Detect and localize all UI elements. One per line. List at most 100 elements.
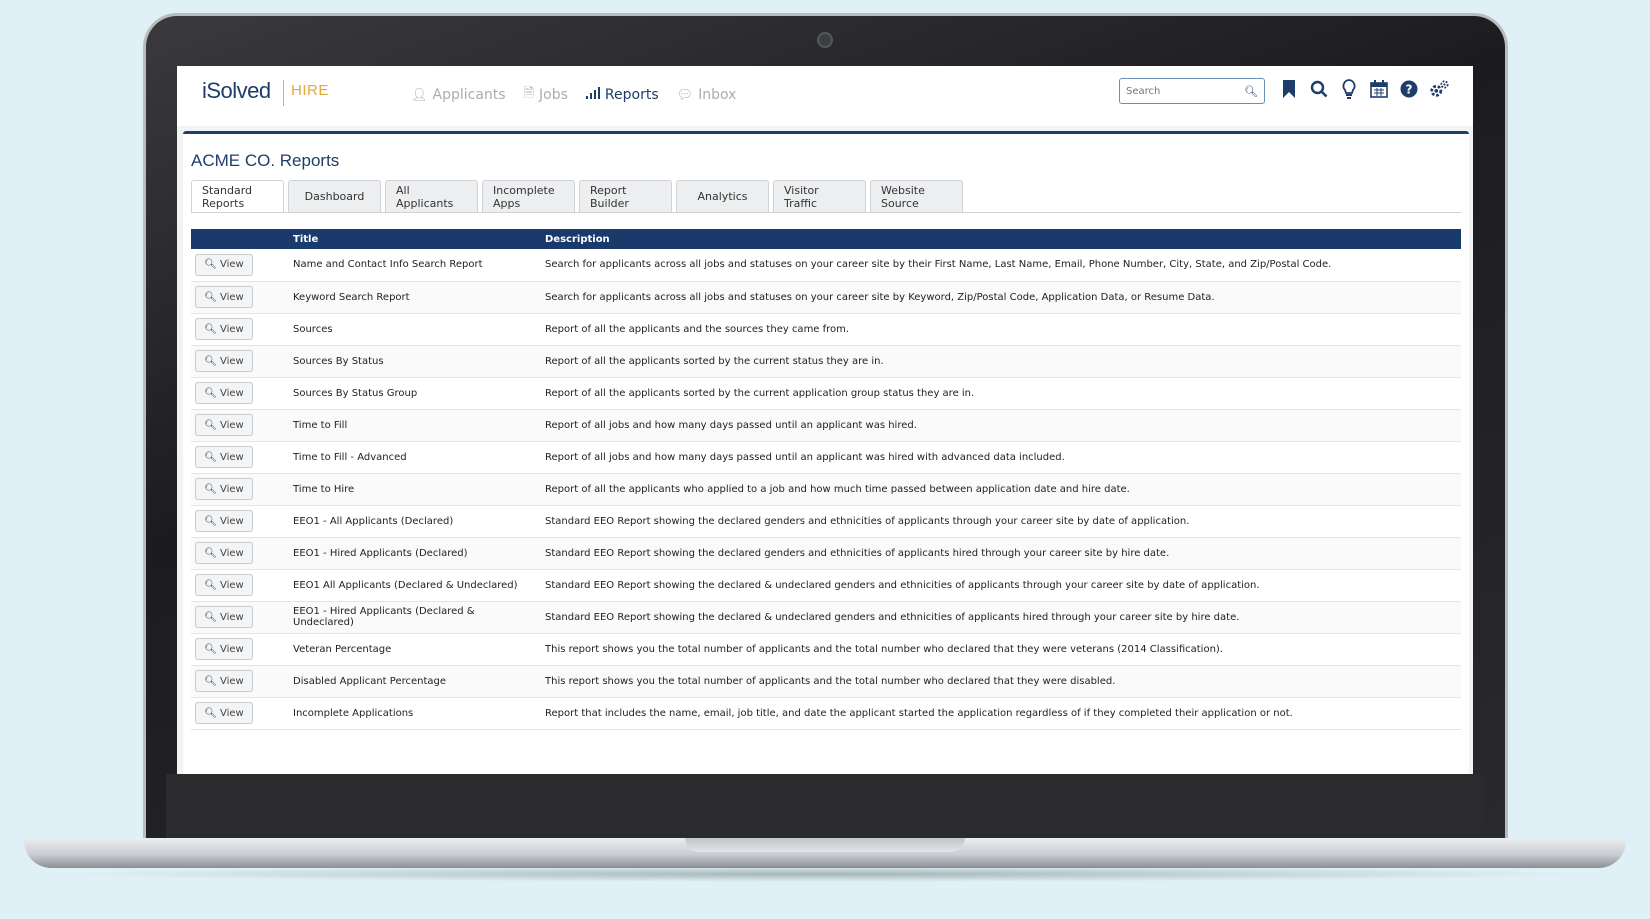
search-field[interactable]: 🔍︎	[1119, 78, 1265, 104]
report-title: Time to Fill	[289, 409, 541, 442]
report-description: Standard EEO Report showing the declared…	[541, 601, 1461, 634]
logo[interactable]: iSolved	[202, 78, 271, 104]
table-row: 🔍︎ View Time to Fill Report of all jobs and…	[191, 409, 1461, 442]
report-title: Incomplete Applications	[289, 697, 541, 730]
view-report-button[interactable]: 🔍︎ View	[195, 253, 253, 276]
tab-standard-reports[interactable]: Standard Reports	[191, 180, 284, 213]
view-report-button[interactable]: 🔍︎ View	[195, 318, 253, 340]
view-report-button[interactable]: 🔍︎ View	[195, 638, 253, 660]
lightbulb-icon[interactable]	[1339, 78, 1359, 100]
toolbar: ?	[1279, 78, 1449, 100]
nav-item-reports[interactable]: Reports	[585, 84, 659, 106]
table-header: Title Description	[191, 229, 1461, 249]
search-icon: 🔍︎	[204, 611, 217, 623]
report-title: Time to Fill - Advanced	[289, 441, 541, 474]
tab-report-builder[interactable]: Report Builder	[579, 180, 672, 212]
nav-item-inbox[interactable]: 💬︎ Inbox	[677, 84, 737, 106]
view-button-label: View	[219, 515, 244, 527]
view-button-label: View	[219, 451, 244, 463]
page-title: ACME CO. Reports	[191, 151, 340, 170]
view-report-button[interactable]: 🔍︎ View	[195, 382, 253, 404]
report-title: EEO1 All Applicants (Declared & Undeclar…	[289, 569, 541, 602]
reports-panel: ACME CO. Reports Standard Reports Dashbo…	[183, 131, 1469, 774]
table-row: 🔍︎ View EEO1 - All Applicants (Declared) St…	[191, 505, 1461, 538]
table-row: 🔍︎ View Sources Report of all the applicant…	[191, 313, 1461, 346]
settings-icon[interactable]	[1429, 78, 1449, 100]
view-report-button[interactable]: 🔍︎ View	[195, 574, 253, 596]
search-icon: 🔍︎	[204, 291, 217, 303]
action-cell: 🔍︎ View	[191, 665, 289, 698]
action-cell: 🔍︎ View	[191, 281, 289, 314]
column-header-action	[191, 229, 289, 249]
action-cell: 🔍︎ View	[191, 633, 289, 666]
view-report-button[interactable]: 🔍︎ View	[195, 286, 253, 308]
help-icon[interactable]: ?	[1399, 78, 1419, 100]
action-cell: 🔍︎ View	[191, 601, 289, 634]
report-title: Keyword Search Report	[289, 281, 541, 314]
tab-analytics[interactable]: Analytics	[676, 180, 769, 212]
report-description: Report of all the applicants sorted by t…	[541, 377, 1461, 410]
search-icon: 🔍︎	[204, 355, 217, 367]
search-icon: 🔍︎	[204, 579, 217, 591]
report-title: Name and Contact Info Search Report	[289, 249, 541, 282]
reports-table: Title Description 🔍︎ View Name and Contact…	[191, 229, 1461, 730]
action-cell: 🔍︎ View	[191, 473, 289, 506]
search-icon: 🔍︎	[204, 323, 217, 335]
view-button-label: View	[219, 611, 244, 623]
main-nav: 👤︎ Applicants 🗎︎ Jobs Reports 💬︎ Inbox	[411, 84, 736, 106]
table-row: 🔍︎ View Time to Fill - Advanced Report of a…	[191, 441, 1461, 474]
view-report-button[interactable]: 🔍︎ View	[195, 702, 253, 724]
document-icon: 🗎︎	[523, 86, 535, 101]
logo-divider	[283, 80, 284, 106]
table-row: 🔍︎ View EEO1 All Applicants (Declared & Un…	[191, 569, 1461, 602]
nav-item-jobs[interactable]: 🗎︎ Jobs	[524, 84, 568, 106]
table-row: 🔍︎ View Time to Hire Report of all the appl…	[191, 473, 1461, 506]
report-description: This report shows you the total number o…	[541, 665, 1461, 698]
laptop-shadow	[60, 866, 1590, 882]
action-cell: 🔍︎ View	[191, 441, 289, 474]
action-cell: 🔍︎ View	[191, 409, 289, 442]
report-description: Search for applicants across all jobs an…	[541, 249, 1461, 282]
search-icon[interactable]	[1309, 78, 1329, 100]
report-description: Report of all the applicants who applied…	[541, 473, 1461, 506]
view-report-button[interactable]: 🔍︎ View	[195, 350, 253, 372]
view-report-button[interactable]: 🔍︎ View	[195, 446, 253, 468]
view-report-button[interactable]: 🔍︎ View	[195, 606, 253, 628]
tab-incomplete-apps[interactable]: Incomplete Apps	[482, 180, 575, 212]
view-button-label: View	[219, 259, 244, 271]
app-screen: iSolved HIRE 👤︎ Applicants 🗎︎ Jobs Repor…	[177, 66, 1473, 774]
calendar-icon[interactable]	[1369, 78, 1389, 100]
view-report-button[interactable]: 🔍︎ View	[195, 542, 253, 564]
search-input[interactable]	[1126, 85, 1236, 97]
logo-product: HIRE	[291, 82, 329, 99]
table-row: 🔍︎ View Disabled Applicant Percentage This …	[191, 665, 1461, 698]
report-description: Search for applicants across all jobs an…	[541, 281, 1461, 314]
view-report-button[interactable]: 🔍︎ View	[195, 510, 253, 532]
view-report-button[interactable]: 🔍︎ View	[195, 414, 253, 436]
view-button-label: View	[219, 547, 244, 559]
nav-item-label: Inbox	[698, 87, 737, 103]
report-description: Standard EEO Report showing the declared…	[541, 569, 1461, 602]
bookmark-icon[interactable]	[1279, 78, 1299, 100]
table-row: 🔍︎ View Sources By Status Group Report of a…	[191, 377, 1461, 410]
nav-item-applicants[interactable]: 👤︎ Applicants	[411, 84, 506, 106]
tab-dashboard[interactable]: Dashboard	[288, 180, 381, 212]
table-row: 🔍︎ View Name and Contact Info Search Repor…	[191, 249, 1461, 282]
search-icon[interactable]: 🔍︎	[1244, 85, 1258, 98]
view-report-button[interactable]: 🔍︎ View	[195, 670, 253, 692]
column-header-description: Description	[541, 229, 1461, 249]
tab-visitor-traffic[interactable]: Visitor Traffic	[773, 180, 866, 212]
bar-chart-icon	[585, 87, 600, 103]
report-title: Sources	[289, 313, 541, 346]
view-button-label: View	[219, 323, 244, 335]
view-button-label: View	[219, 387, 244, 399]
tab-website-source[interactable]: Website Source	[870, 180, 963, 212]
nav-item-label: Applicants	[432, 87, 506, 103]
view-report-button[interactable]: 🔍︎ View	[195, 478, 253, 500]
report-title: EEO1 - Hired Applicants (Declared)	[289, 537, 541, 570]
chat-icon: 💬︎	[676, 87, 694, 103]
action-cell: 🔍︎ View	[191, 505, 289, 538]
tab-divider	[191, 212, 1461, 213]
tab-all-applicants[interactable]: All Applicants	[385, 180, 478, 212]
table-row: 🔍︎ View Sources By Status Report of all the…	[191, 345, 1461, 378]
